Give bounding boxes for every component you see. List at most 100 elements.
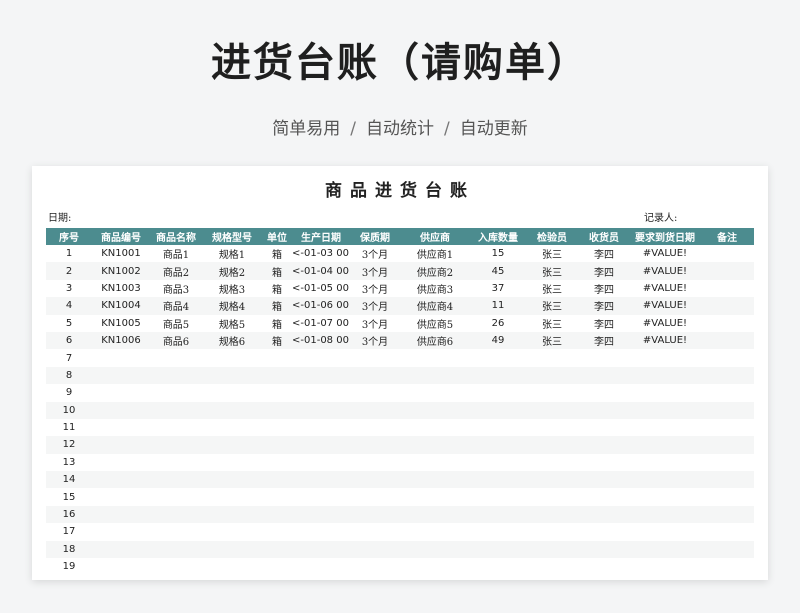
- table-cell[interactable]: [400, 384, 470, 401]
- table-cell[interactable]: [202, 471, 262, 489]
- table-cell[interactable]: [262, 436, 292, 454]
- table-cell[interactable]: 李四: [578, 331, 630, 350]
- table-cell[interactable]: 供应商6: [400, 331, 470, 350]
- table-cell[interactable]: 3个月: [350, 280, 400, 297]
- table-cell[interactable]: [470, 436, 526, 454]
- table-cell[interactable]: [578, 401, 630, 419]
- table-cell[interactable]: 3个月: [350, 331, 400, 350]
- table-cell[interactable]: [292, 419, 350, 436]
- table-cell[interactable]: 5: [46, 315, 92, 332]
- table-cell[interactable]: 17: [46, 523, 92, 540]
- table-cell[interactable]: 供应商5: [400, 315, 470, 332]
- table-cell[interactable]: [292, 366, 350, 385]
- table-cell[interactable]: [292, 436, 350, 454]
- table-cell[interactable]: [578, 419, 630, 436]
- table-cell[interactable]: <-01-04 00:0: [292, 262, 350, 280]
- table-cell[interactable]: <-01-03 00:0: [292, 245, 350, 262]
- table-cell[interactable]: 规格3: [202, 280, 262, 297]
- table-cell[interactable]: [150, 471, 202, 489]
- table-cell[interactable]: [262, 366, 292, 385]
- table-cell[interactable]: [262, 349, 292, 366]
- table-cell[interactable]: [470, 401, 526, 419]
- table-cell[interactable]: [292, 401, 350, 419]
- table-cell[interactable]: 张三: [526, 262, 578, 280]
- table-cell[interactable]: #VALUE!: [630, 315, 700, 332]
- table-cell[interactable]: [470, 505, 526, 524]
- table-cell[interactable]: [202, 366, 262, 385]
- table-cell[interactable]: 规格2: [202, 262, 262, 280]
- table-cell[interactable]: [92, 488, 150, 505]
- table-cell[interactable]: 商品3: [150, 280, 202, 297]
- table-cell[interactable]: 3个月: [350, 315, 400, 332]
- table-cell[interactable]: [350, 384, 400, 401]
- table-cell[interactable]: [470, 540, 526, 559]
- table-cell[interactable]: 李四: [578, 315, 630, 332]
- table-cell[interactable]: 45: [470, 262, 526, 280]
- table-cell[interactable]: [262, 401, 292, 419]
- table-cell[interactable]: [350, 349, 400, 366]
- table-cell[interactable]: [578, 505, 630, 524]
- table-cell[interactable]: [150, 436, 202, 454]
- table-cell[interactable]: 37: [470, 280, 526, 297]
- table-cell[interactable]: [150, 505, 202, 524]
- table-cell[interactable]: [578, 366, 630, 385]
- table-cell[interactable]: [92, 540, 150, 559]
- table-cell[interactable]: [350, 401, 400, 419]
- table-cell[interactable]: [202, 401, 262, 419]
- table-cell[interactable]: 商品4: [150, 297, 202, 315]
- column-header[interactable]: 生产日期: [292, 228, 350, 245]
- table-cell[interactable]: <-01-05 00:0: [292, 280, 350, 297]
- table-cell[interactable]: [400, 349, 470, 366]
- table-cell[interactable]: [262, 540, 292, 559]
- table-cell[interactable]: [630, 454, 700, 471]
- table-cell[interactable]: [150, 384, 202, 401]
- table-cell[interactable]: [202, 419, 262, 436]
- table-cell[interactable]: 11: [470, 297, 526, 315]
- table-cell[interactable]: [630, 523, 700, 540]
- table-cell[interactable]: [292, 505, 350, 524]
- table-cell[interactable]: 15: [46, 488, 92, 505]
- table-cell[interactable]: [700, 505, 754, 524]
- table-cell[interactable]: 张三: [526, 280, 578, 297]
- table-cell[interactable]: 8: [46, 366, 92, 385]
- table-cell[interactable]: [470, 471, 526, 489]
- column-header[interactable]: 序号: [46, 228, 92, 245]
- table-cell[interactable]: [292, 349, 350, 366]
- table-cell[interactable]: [92, 436, 150, 454]
- table-cell[interactable]: [578, 471, 630, 489]
- table-cell[interactable]: [92, 366, 150, 385]
- table-cell[interactable]: [700, 523, 754, 540]
- table-cell[interactable]: 19: [46, 558, 92, 575]
- table-cell[interactable]: [526, 384, 578, 401]
- table-cell[interactable]: [292, 558, 350, 575]
- table-cell[interactable]: 14: [46, 471, 92, 489]
- table-cell[interactable]: [526, 505, 578, 524]
- table-cell[interactable]: [700, 245, 754, 262]
- table-cell[interactable]: [350, 419, 400, 436]
- table-cell[interactable]: 6: [46, 331, 92, 350]
- table-cell[interactable]: #VALUE!: [630, 297, 700, 315]
- table-cell[interactable]: [526, 436, 578, 454]
- table-cell[interactable]: [262, 471, 292, 489]
- table-cell[interactable]: 商品6: [150, 331, 202, 350]
- table-cell[interactable]: KN1001: [92, 245, 150, 262]
- table-cell[interactable]: [202, 540, 262, 559]
- table-cell[interactable]: [700, 401, 754, 419]
- table-cell[interactable]: 箱: [262, 280, 292, 297]
- table-cell[interactable]: [700, 419, 754, 436]
- table-cell[interactable]: 李四: [578, 245, 630, 262]
- table-cell[interactable]: [202, 523, 262, 540]
- table-cell[interactable]: [578, 454, 630, 471]
- table-cell[interactable]: [470, 419, 526, 436]
- table-cell[interactable]: 7: [46, 349, 92, 366]
- table-cell[interactable]: 供应商2: [400, 262, 470, 280]
- table-cell[interactable]: [400, 488, 470, 505]
- table-cell[interactable]: 箱: [262, 245, 292, 262]
- table-cell[interactable]: #VALUE!: [630, 280, 700, 297]
- table-cell[interactable]: [700, 366, 754, 385]
- table-cell[interactable]: [150, 540, 202, 559]
- table-cell[interactable]: [292, 454, 350, 471]
- table-cell[interactable]: 1: [46, 245, 92, 262]
- table-cell[interactable]: KN1003: [92, 280, 150, 297]
- table-cell[interactable]: 张三: [526, 315, 578, 332]
